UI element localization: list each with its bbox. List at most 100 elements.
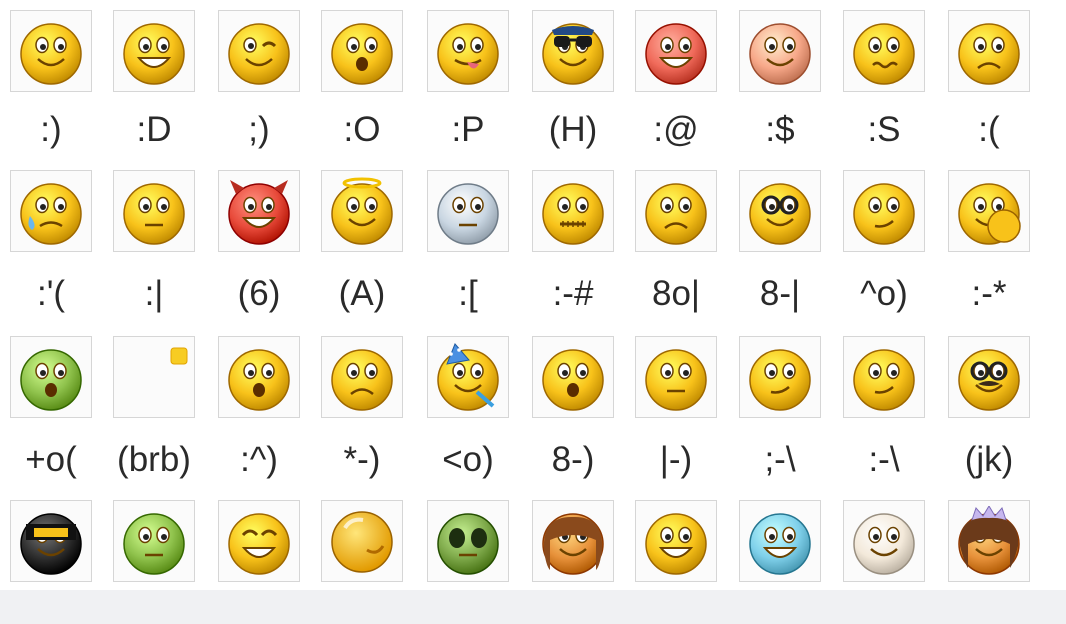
emoticon-cell[interactable] [321,500,403,582]
eye-rolling-icon [331,349,393,411]
crying-icon [20,183,82,245]
emoticon-cell[interactable] [843,10,925,92]
shortcut-code: +o( [25,440,77,479]
skeptical-icon [853,349,915,411]
emoticon-cell[interactable] [843,336,925,418]
nerd-icon [645,183,707,245]
emoticon-cell[interactable] [113,10,195,92]
sarcastic-face-icon [749,349,811,411]
joking-glasses-icon [958,349,1020,411]
shortcut-code: ;-\ [764,440,796,479]
thinking-icon [958,183,1021,245]
emoticon-grid: :):D;):O:P (H):@:$:S:(:'(:| (6) (A):[:-# 8o|… [0,0,1066,624]
angry-icon [645,23,707,85]
tongue-out-icon [437,23,499,85]
emoticon-cell[interactable] [739,500,821,582]
shortcut-code: :-* [971,274,1007,313]
shortcut-code: 8-) [551,440,595,479]
shortcut-code: :O [343,110,381,149]
emoticon-cell[interactable] [739,10,821,92]
wink-icon [228,23,290,85]
emoticon-cell[interactable] [113,500,195,582]
emoticon-cell[interactable] [635,500,717,582]
devil-icon [228,180,290,245]
emoticon-cell[interactable] [532,170,614,252]
shortcut-code: <o) [442,440,494,479]
emoticon-row [0,500,1066,582]
party-icon [437,343,499,411]
emoticon-cell[interactable] [321,10,403,92]
shortcut-code: (H) [548,110,598,149]
shortcut-code: *-) [343,440,381,479]
shortcut-code: :^) [240,440,278,479]
shortcut-code: (jk) [964,440,1014,479]
grin-icon [645,513,707,575]
shortcut-row: +o((brb):^) *-) <o) 8-) |-) ;-\:-\ (jk) [0,440,1066,480]
shortcut-code: ^o) [860,274,908,313]
shortcut-code: ;) [248,110,270,149]
emoticon-cell[interactable] [948,170,1030,252]
emoticon-cell[interactable] [427,10,509,92]
emoticon-cell[interactable] [218,170,300,252]
i-dont-know-icon [228,349,290,411]
smile-icon [20,23,82,85]
sleepy-icon [542,349,604,411]
emoticon-cell[interactable] [10,336,92,418]
emoticon-cell[interactable] [635,10,717,92]
emoticon-cell[interactable] [113,170,195,252]
emoticon-cell[interactable] [321,336,403,418]
emoticon-cell[interactable] [532,10,614,92]
laughing-icon [228,513,290,575]
ninja-icon [20,513,82,575]
emoticon-cell[interactable] [427,500,509,582]
emoticon-cell[interactable] [427,170,509,252]
emoticon-cell[interactable] [218,336,300,418]
big-grin-icon [123,23,185,85]
emoticon-cell[interactable] [427,336,509,418]
emoticon-cell[interactable] [948,336,1030,418]
emoticon-cell[interactable] [635,336,717,418]
emoticon-cell[interactable] [843,500,925,582]
shortcut-code: :P [451,110,485,149]
emoticon-cell[interactable] [321,170,403,252]
shortcut-code: :'( [36,274,66,313]
bottom-scroll-band [0,590,1066,624]
pale-icon [853,513,915,575]
shortcut-code: :@ [653,110,699,149]
shortcut-code: :-\ [868,440,900,479]
dont-tell-anyone-icon [542,183,604,245]
emoticon-cell[interactable] [10,170,92,252]
emoticon-cell[interactable] [10,10,92,92]
emoticon-cell[interactable] [113,336,195,418]
emoticon-cell[interactable] [532,500,614,582]
shortcut-row: :):D;):O:P (H):@:$:S:( [0,110,1066,150]
hug-icon [331,511,393,573]
shortcut-code: :-# [552,274,594,313]
emoticon-cell[interactable] [948,10,1030,92]
alien-icon [437,513,499,575]
emoticon-cell[interactable] [843,170,925,252]
disappointed-icon [123,183,185,245]
emoticon-row [0,336,1066,418]
shortcut-code: 8o| [651,274,701,313]
shortcut-code: (brb) [117,440,191,479]
hot-sunglasses-icon [542,23,604,85]
emoticon-cell[interactable] [532,336,614,418]
emoticon-cell[interactable] [948,500,1030,582]
shortcut-code: :( [978,110,1000,149]
emoticon-cell[interactable] [739,170,821,252]
princess-icon [958,506,1020,575]
confused-icon [853,23,915,85]
shortcut-code: (6) [237,274,281,313]
sad-icon [958,23,1020,85]
emoticon-cell[interactable] [739,336,821,418]
shortcut-code: :) [40,110,62,149]
secret-telling-icon [853,183,915,245]
emoticon-cell[interactable] [218,500,300,582]
emoticon-cell[interactable] [10,500,92,582]
shortcut-code: 8-| [759,274,801,313]
emoticon-cell[interactable] [635,170,717,252]
angel-icon [331,177,393,245]
emoticon-cell[interactable] [218,10,300,92]
shortcut-code: :S [867,110,901,149]
